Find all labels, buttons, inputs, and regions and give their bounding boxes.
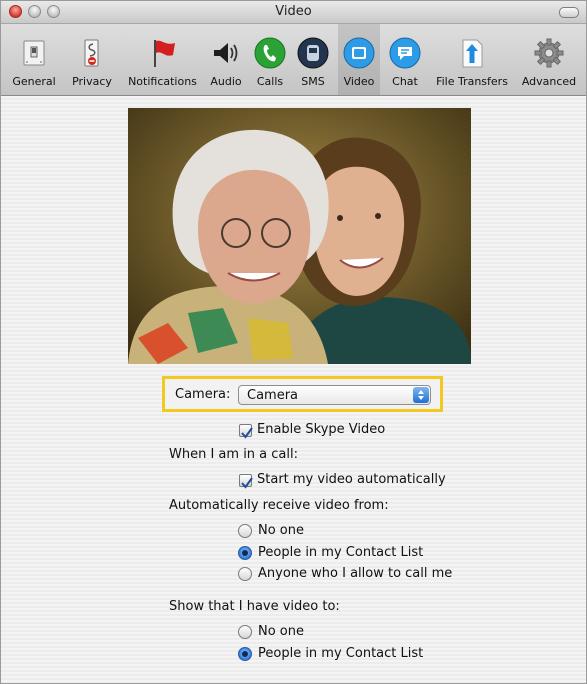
video-icon — [343, 37, 375, 69]
tab-label: Chat — [392, 75, 418, 88]
tab-label: Notifications — [128, 75, 197, 88]
flag-icon — [153, 40, 175, 67]
phone-icon — [254, 37, 286, 69]
in-call-heading: When I am in a call: — [169, 447, 298, 462]
tab-general[interactable]: General — [5, 24, 63, 95]
checkmark-icon — [241, 427, 253, 439]
receive-contact-list-radio[interactable] — [238, 546, 252, 560]
start-video-label: Start my video automatically — [257, 472, 446, 487]
receive-no-one-radio[interactable] — [238, 524, 252, 538]
receive-anyone-radio[interactable] — [238, 567, 252, 581]
checkmark-icon — [241, 477, 253, 489]
tab-label: General — [12, 75, 56, 88]
tab-label: Calls — [256, 75, 284, 88]
receive-anyone-label: Anyone who I allow to call me — [258, 566, 453, 581]
sms-icon — [297, 37, 329, 69]
chat-icon — [389, 37, 421, 69]
camera-select[interactable]: Camera — [238, 385, 431, 405]
tab-sms[interactable]: SMS — [293, 24, 333, 95]
receive-no-one-label: No one — [258, 523, 305, 538]
toolbar-toggle-button[interactable] — [559, 7, 579, 18]
tab-audio[interactable]: Audio — [206, 24, 246, 95]
video-preview-image — [128, 108, 471, 364]
privacy-icon — [84, 39, 99, 67]
tab-advanced[interactable]: Advanced — [518, 24, 580, 95]
title-bar: Video — [1, 1, 586, 24]
show-contact-list-label: People in my Contact List — [258, 646, 424, 661]
general-switch-icon — [23, 40, 45, 66]
show-video-heading: Show that I have video to: — [169, 599, 340, 614]
tab-calls[interactable]: Calls — [250, 24, 290, 95]
start-video-checkbox[interactable] — [239, 474, 253, 489]
tab-privacy[interactable]: Privacy — [67, 24, 117, 95]
receive-from-heading: Automatically receive video from: — [169, 498, 389, 513]
tab-label: Advanced — [521, 75, 577, 88]
enable-skype-video-label: Enable Skype Video — [257, 422, 386, 437]
tab-label: SMS — [301, 75, 325, 88]
preferences-window: Video General Privacy Notifications Audi… — [0, 0, 587, 684]
show-contact-list-radio[interactable] — [238, 647, 252, 661]
tab-notifications[interactable]: Notifications — [122, 24, 203, 95]
receive-contact-list-label: People in my Contact List — [258, 545, 424, 560]
tab-label: Audio — [210, 75, 242, 88]
upload-arrow-icon — [462, 39, 483, 68]
tab-label: Privacy — [72, 75, 112, 88]
video-settings-panel: Camera: Camera Enable Skype Video When I… — [1, 96, 586, 683]
chevron-updown-icon — [413, 387, 429, 403]
tab-label: Video — [343, 75, 375, 88]
tab-label: File Transfers — [436, 75, 508, 88]
camera-label: Camera: — [175, 387, 231, 402]
enable-skype-video-checkbox[interactable] — [239, 424, 253, 439]
video-preview — [128, 108, 471, 364]
camera-select-value: Camera — [247, 388, 299, 403]
window-title: Video — [275, 4, 312, 19]
tab-chat[interactable]: Chat — [385, 24, 425, 95]
show-no-one-radio[interactable] — [238, 625, 252, 639]
tab-file-transfers[interactable]: File Transfers — [429, 24, 515, 95]
toolbar: General Privacy Notifications Audio Call… — [1, 24, 586, 96]
gear-icon — [534, 38, 564, 68]
speaker-icon — [214, 43, 238, 63]
show-no-one-label: No one — [258, 624, 305, 639]
tab-video[interactable]: Video — [338, 24, 380, 95]
